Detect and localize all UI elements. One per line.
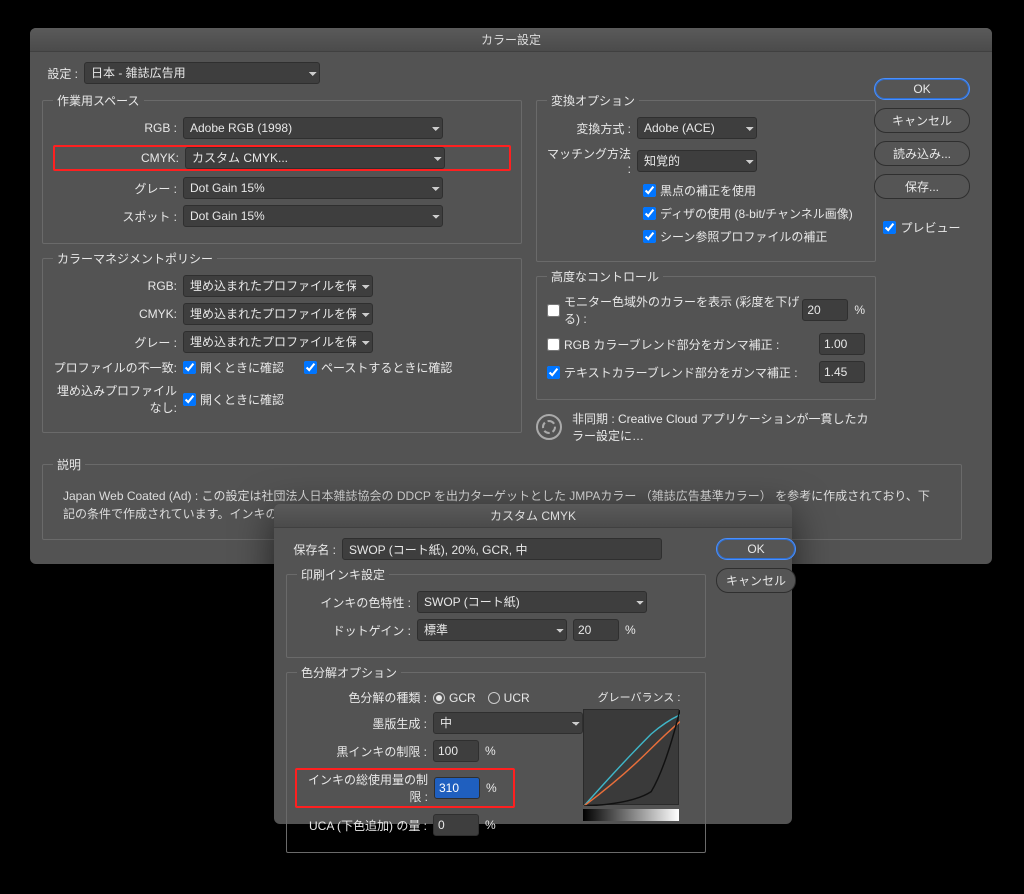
dotgain-input[interactable] [573, 619, 619, 641]
rgb-select[interactable]: Adobe RGB (1998) [183, 117, 443, 139]
conversion-fieldset: 変換オプション 変換方式 : Adobe (ACE) マッチング方法 : 知覚的… [536, 92, 876, 262]
gray-ramp [583, 809, 679, 821]
desat-check[interactable]: モニター色域外のカラーを表示 (彩度を下げる) : [547, 293, 802, 327]
dotgain-unit: % [619, 623, 636, 637]
ink-legend: 印刷インキ設定 [297, 566, 389, 583]
pct-label: % [848, 303, 865, 317]
dotgain-label: ドットゲイン : [297, 622, 417, 639]
separation-fieldset: 色分解オプション 色分解の種類 : GCR UCR 墨版生成 : 中 黒インキの… [286, 664, 706, 853]
missing-label: 埋め込みプロファイルなし: [53, 382, 183, 416]
conversion-legend: 変換オプション [547, 92, 639, 109]
totallimit-label: インキの総使用量の制限 : [298, 771, 434, 805]
pct-1: % [479, 744, 496, 758]
gray-label: グレー : [53, 180, 183, 197]
advanced-fieldset: 高度なコントロール モニター色域外のカラーを表示 (彩度を下げる) : % RG… [536, 268, 876, 400]
sub-dialog-title: カスタム CMYK [274, 504, 792, 528]
policy-cmyk-label: CMYK: [53, 307, 183, 321]
inkcolors-label: インキの色特性 : [297, 594, 417, 611]
intent-select[interactable]: 知覚的 [637, 150, 757, 172]
blacklimit-input[interactable] [433, 740, 479, 762]
bpc-check[interactable]: 黒点の補正を使用 [643, 182, 756, 199]
blackgen-label: 墨版生成 : [297, 715, 433, 732]
scene-check[interactable]: シーン参照プロファイルの補正 [643, 228, 827, 245]
load-button[interactable]: 読み込み... [874, 141, 970, 166]
mismatch-label: プロファイルの不一致: [53, 359, 183, 376]
textblend-check[interactable]: テキストカラーブレンド部分をガンマ補正 : [547, 364, 798, 381]
dotgain-select[interactable]: 標準 [417, 619, 567, 641]
uca-input[interactable] [433, 814, 479, 836]
blacklimit-label: 黒インキの制限 : [297, 743, 433, 760]
engine-label: 変換方式 : [547, 120, 637, 137]
dither-check[interactable]: ディザの使用 (8-bit/チャンネル画像) [643, 205, 853, 222]
sync-icon [536, 414, 562, 440]
custom-cmyk-dialog: カスタム CMYK 保存名 : 印刷インキ設定 インキの色特性 : SWOP (… [274, 504, 792, 824]
inkcolors-select[interactable]: SWOP (コート紙) [417, 591, 647, 613]
policy-rgb-label: RGB: [53, 279, 183, 293]
sub-cancel-button[interactable]: キャンセル [716, 568, 796, 593]
blackgen-select[interactable]: 中 [433, 712, 583, 734]
policy-cmyk-select[interactable]: 埋め込まれたプロファイルを保持 [183, 303, 373, 325]
dialog-title: カラー設定 [30, 28, 992, 52]
mismatch-paste-check[interactable]: ペーストするときに確認 [304, 359, 452, 376]
rgb-label: RGB : [53, 121, 183, 135]
sync-text: 非同期 : Creative Cloud アプリケーションが一貫したカラー設定に… [562, 410, 876, 444]
intent-label: マッチング方法 : [547, 145, 637, 176]
advanced-legend: 高度なコントロール [547, 268, 663, 285]
spot-select[interactable]: Dot Gain 15% [183, 205, 443, 227]
rgbblend-input[interactable] [819, 333, 865, 355]
preview-check[interactable]: プレビュー [883, 219, 960, 236]
spot-label: スポット : [53, 208, 183, 225]
engine-select[interactable]: Adobe (ACE) [637, 117, 757, 139]
ucr-radio[interactable]: UCR [488, 691, 530, 705]
textblend-input[interactable] [819, 361, 865, 383]
uca-label: UCA (下色追加) の量 : [297, 817, 433, 834]
save-button[interactable]: 保存... [874, 174, 970, 199]
pct-3: % [479, 818, 496, 832]
settings-select[interactable]: 日本 - 雑誌広告用 [84, 62, 320, 84]
main-buttons: OK キャンセル 読み込み... 保存... プレビュー [874, 78, 970, 236]
sub-ok-button[interactable]: OK [716, 538, 796, 560]
cancel-button[interactable]: キャンセル [874, 108, 970, 133]
policy-legend: カラーマネジメントポリシー [53, 250, 217, 267]
policy-gray-select[interactable]: 埋め込まれたプロファイルを保持 [183, 331, 373, 353]
missing-open-check[interactable]: 開くときに確認 [183, 391, 284, 408]
ok-button[interactable]: OK [874, 78, 970, 100]
desat-input[interactable] [802, 299, 848, 321]
color-settings-dialog: カラー設定 設定 : 日本 - 雑誌広告用 作業用スペース RGB : Adob… [30, 28, 992, 564]
gray-select[interactable]: Dot Gain 15% [183, 177, 443, 199]
rgbblend-check[interactable]: RGB カラーブレンド部分をガンマ補正 : [547, 336, 779, 353]
ink-fieldset: 印刷インキ設定 インキの色特性 : SWOP (コート紙) ドットゲイン : 標… [286, 566, 706, 658]
septype-label: 色分解の種類 : [297, 689, 433, 706]
totallimit-input[interactable] [434, 777, 480, 799]
mismatch-open-check[interactable]: 開くときに確認 [183, 359, 284, 376]
graybalance-chart [583, 709, 679, 805]
policy-fieldset: カラーマネジメントポリシー RGB: 埋め込まれたプロファイルを保持 CMYK:… [42, 250, 522, 433]
cmyk-select[interactable]: カスタム CMYK... [185, 147, 445, 169]
cmyk-label: CMYK: [55, 151, 185, 165]
separation-legend: 色分解オプション [297, 664, 401, 681]
name-input[interactable] [342, 538, 662, 560]
graybalance-label: グレーバランス : [583, 689, 695, 705]
settings-label: 設定 : [42, 65, 84, 82]
description-legend: 説明 [53, 456, 85, 473]
pct-2: % [480, 781, 497, 795]
policy-rgb-select[interactable]: 埋め込まれたプロファイルを保持 [183, 275, 373, 297]
gcr-radio[interactable]: GCR [433, 691, 476, 705]
policy-gray-label: グレー : [53, 334, 183, 351]
workspace-legend: 作業用スペース [53, 92, 144, 109]
workspace-fieldset: 作業用スペース RGB : Adobe RGB (1998) CMYK: カスタ… [42, 92, 522, 244]
name-label: 保存名 : [286, 541, 342, 558]
